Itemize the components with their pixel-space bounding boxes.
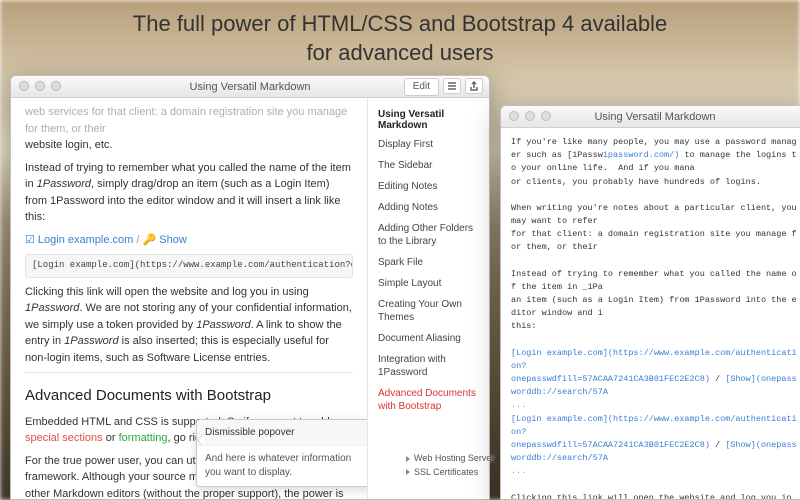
- popover-body: And here is whatever information you wan…: [197, 446, 367, 486]
- paragraph: web services for that client: a domain r…: [25, 104, 353, 154]
- popover-title: Dismissible popover: [197, 420, 367, 446]
- note-content: web services for that client: a domain r…: [11, 98, 367, 499]
- sidebar-item[interactable]: Document Aliasing: [370, 328, 487, 349]
- source-window: Using Versatil Markdown If you're like m…: [500, 105, 800, 500]
- zoom-icon[interactable]: [541, 111, 551, 121]
- edit-button[interactable]: Edit: [404, 78, 439, 96]
- sidebar-item[interactable]: Creating Your Own Themes: [370, 294, 487, 328]
- titlebar[interactable]: Using Versatil Markdown: [501, 106, 800, 128]
- divider: [25, 372, 353, 373]
- sub-item[interactable]: SSL Certificates: [406, 466, 494, 480]
- popover: Dismissible popover And here is whatever…: [196, 419, 367, 487]
- marketing-caption: The full power of HTML/CSS and Bootstrap…: [0, 10, 800, 67]
- sidebar-item[interactable]: Spark File: [370, 252, 487, 273]
- close-icon[interactable]: [19, 81, 29, 91]
- sidebar-item[interactable]: Display First: [370, 134, 487, 155]
- sidebar-item[interactable]: Integration with 1Password: [370, 349, 487, 383]
- traffic-lights[interactable]: [509, 111, 551, 121]
- markdown-source[interactable]: If you're like many people, you may use …: [501, 128, 800, 499]
- traffic-lights[interactable]: [19, 81, 61, 91]
- login-link[interactable]: ☑ Login example.com: [25, 234, 133, 246]
- window-title: Using Versatil Markdown: [594, 111, 715, 123]
- sidebar-item[interactable]: Simple Layout: [370, 273, 487, 294]
- sidebar-item[interactable]: Advanced Documents with Bootstrap: [370, 383, 487, 417]
- window-title: Using Versatil Markdown: [189, 81, 310, 93]
- chevron-right-icon: [406, 456, 410, 462]
- section-heading: Advanced Documents with Bootstrap: [25, 385, 353, 408]
- minimize-icon[interactable]: [35, 81, 45, 91]
- close-icon[interactable]: [509, 111, 519, 121]
- sidebar-item[interactable]: Adding Other Folders to the Library: [370, 218, 487, 252]
- share-icon[interactable]: [465, 78, 483, 94]
- chevron-right-icon: [406, 469, 410, 475]
- sub-outline: Web Hosting Server SSL Certificates: [406, 452, 494, 479]
- show-link[interactable]: 🔑 Show: [143, 234, 187, 246]
- minimize-icon[interactable]: [525, 111, 535, 121]
- list-icon[interactable]: [443, 78, 461, 94]
- titlebar[interactable]: Using Versatil Markdown Edit: [11, 76, 489, 98]
- sidebar-item[interactable]: Editing Notes: [370, 176, 487, 197]
- sidebar-heading: Using Versatil Markdown: [370, 106, 487, 134]
- outline-sidebar: Using Versatil Markdown Display FirstThe…: [367, 98, 489, 499]
- rendered-window: Using Versatil Markdown Edit web service…: [10, 75, 490, 500]
- zoom-icon[interactable]: [51, 81, 61, 91]
- link-line: ☑ Login example.com / 🔑 Show: [25, 232, 353, 249]
- paragraph: Instead of trying to remember what you c…: [25, 160, 353, 226]
- sub-item[interactable]: Web Hosting Server: [406, 452, 494, 466]
- sidebar-item[interactable]: Adding Notes: [370, 197, 487, 218]
- paragraph: Clicking this link will open the website…: [25, 284, 353, 367]
- code-block: [Login example.com](https://www.example.…: [25, 254, 353, 278]
- sidebar-item[interactable]: The Sidebar: [370, 155, 487, 176]
